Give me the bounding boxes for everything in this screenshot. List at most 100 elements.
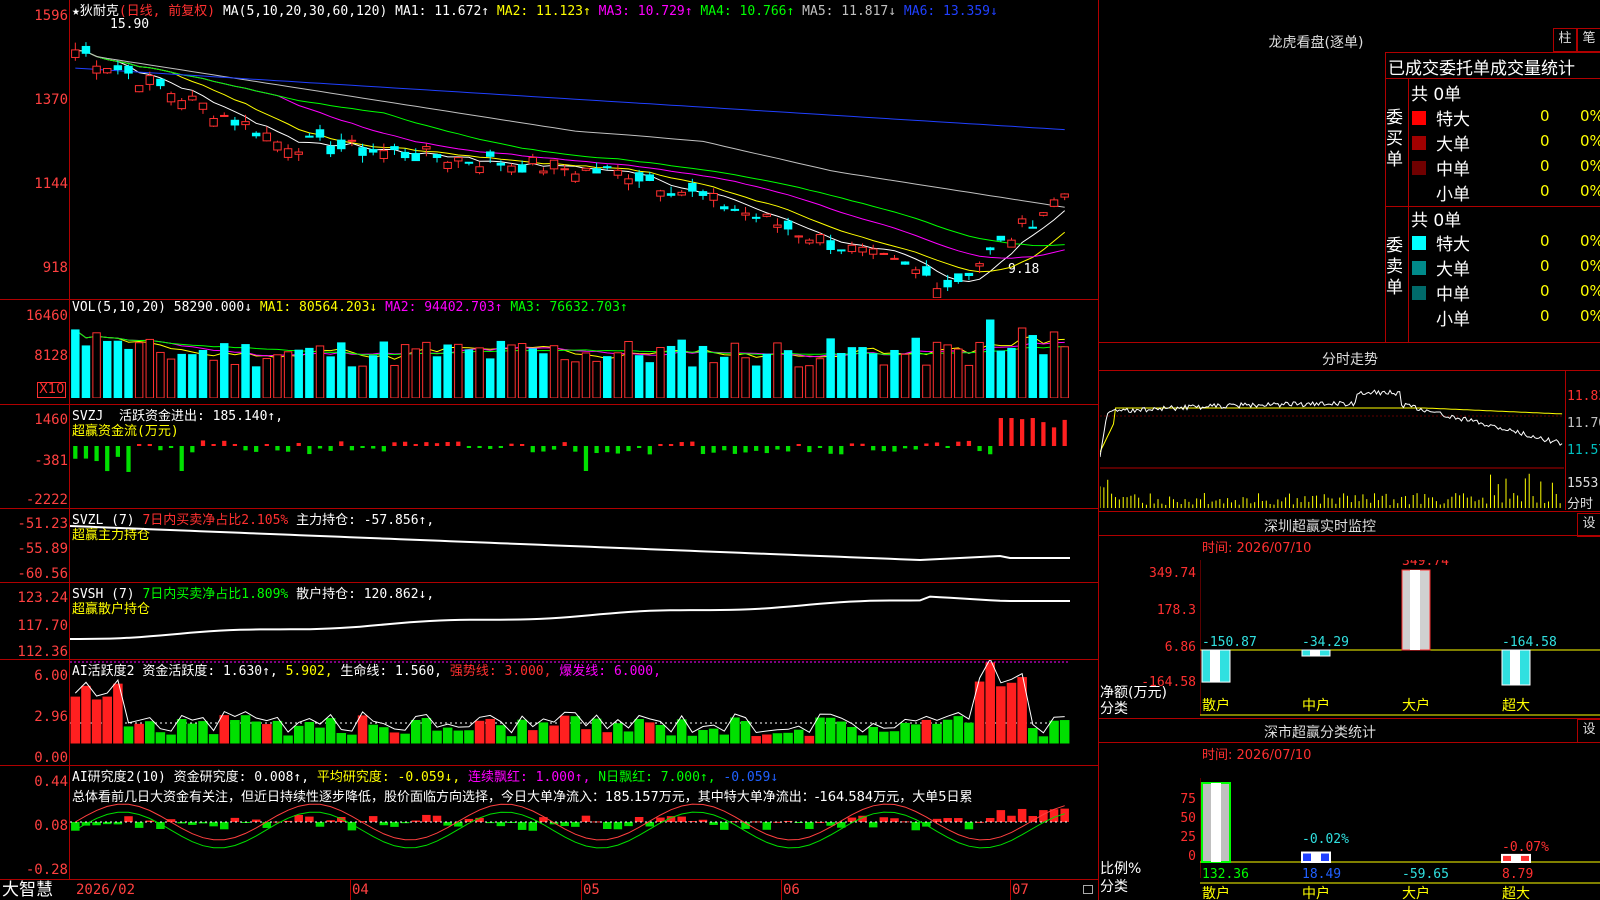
volume-bar bbox=[911, 337, 920, 398]
flow-bar bbox=[605, 446, 610, 453]
activity-bar bbox=[634, 719, 644, 744]
bar-view-button[interactable]: 柱 bbox=[1553, 28, 1577, 52]
volume-bar bbox=[890, 349, 899, 398]
flow-bar bbox=[594, 446, 599, 454]
volume-bar bbox=[209, 359, 218, 398]
volume-bar bbox=[400, 344, 410, 398]
candle-body bbox=[985, 247, 995, 251]
activity-bar bbox=[432, 730, 442, 744]
volume-bar bbox=[230, 363, 240, 398]
research-bar bbox=[964, 822, 974, 830]
volume-bar bbox=[294, 349, 303, 398]
candle-body bbox=[443, 161, 452, 169]
ma-line-3 bbox=[75, 49, 1065, 259]
longhu-header: 已成交委托单成交量统计 bbox=[1388, 59, 1575, 79]
flow-bar bbox=[839, 446, 844, 455]
candle-body bbox=[220, 114, 229, 117]
flow-bar bbox=[73, 446, 78, 459]
candle-body bbox=[411, 153, 420, 162]
main-ytick-0: 1596 bbox=[34, 8, 68, 24]
activity-bar bbox=[166, 734, 176, 744]
research-bar bbox=[432, 815, 442, 822]
volume-bar bbox=[613, 352, 623, 398]
activity-bar bbox=[198, 721, 208, 744]
flow-bar bbox=[573, 446, 578, 452]
sell-row-count-0: 0 bbox=[1540, 232, 1550, 250]
svzl-ytick-2: -60.56 bbox=[17, 566, 68, 582]
volume-bar bbox=[1060, 346, 1069, 398]
candle-body bbox=[645, 174, 655, 181]
candle-body bbox=[113, 65, 123, 71]
buy-row-pct-3: 0% bbox=[1580, 182, 1600, 200]
activity-bar bbox=[623, 731, 634, 744]
flow-bar bbox=[434, 443, 440, 446]
candle-body bbox=[656, 190, 665, 197]
activity-chart bbox=[70, 660, 1070, 744]
flow-bar bbox=[211, 444, 216, 446]
buy-row-count-0: 0 bbox=[1540, 107, 1550, 125]
candle-body bbox=[251, 132, 261, 137]
volume-bar bbox=[464, 349, 474, 398]
research-bar bbox=[390, 822, 399, 827]
candle-body bbox=[305, 135, 314, 138]
candle-body bbox=[347, 139, 357, 142]
activity-bar bbox=[219, 715, 230, 744]
activity-bar bbox=[464, 730, 474, 744]
ai2-b: 平均研究度: -0.059↓, bbox=[316, 770, 461, 785]
intraday-chart[interactable] bbox=[1100, 372, 1564, 510]
flow-bar bbox=[137, 444, 142, 446]
volume-bar bbox=[337, 342, 346, 398]
flow-bar bbox=[158, 446, 163, 451]
flow-bar bbox=[690, 441, 695, 446]
candlestick-chart[interactable] bbox=[70, 16, 1098, 298]
volume-bar bbox=[81, 345, 91, 398]
flow-bar bbox=[317, 446, 323, 449]
sell-row-pct-2: 0% bbox=[1580, 282, 1600, 300]
volume-bar bbox=[975, 341, 984, 398]
buy-row-count-3: 0 bbox=[1540, 182, 1550, 200]
candle-body bbox=[890, 257, 899, 260]
flow-bar bbox=[700, 446, 706, 455]
ma-line-4 bbox=[75, 49, 1065, 247]
research-bar bbox=[1060, 808, 1069, 822]
activity-bar bbox=[740, 721, 751, 744]
volume-bar bbox=[1039, 354, 1048, 398]
volume-bar bbox=[549, 345, 559, 398]
date-tick-4: 07 bbox=[1012, 882, 1029, 898]
flow-bar bbox=[264, 444, 269, 446]
vol-ma2: MA2: 94402.703↑ bbox=[385, 300, 503, 315]
activity-bar bbox=[453, 730, 464, 744]
monitor-settings-button[interactable]: 设 bbox=[1577, 513, 1600, 537]
activity-bar bbox=[804, 735, 815, 744]
activity-bar bbox=[528, 730, 538, 744]
buy-side-label: 委买单 bbox=[1386, 108, 1403, 170]
flow-bar bbox=[254, 446, 259, 452]
sell-row-pct-1: 0% bbox=[1580, 257, 1600, 275]
research-bar bbox=[71, 822, 80, 831]
classify-amount-0: 132.36 bbox=[1202, 867, 1249, 882]
candle-body bbox=[1028, 226, 1037, 229]
classify-settings-button[interactable]: 设 bbox=[1577, 719, 1600, 743]
lock-icon[interactable] bbox=[1083, 885, 1093, 894]
volume-bar bbox=[815, 358, 825, 398]
volume-bar bbox=[847, 347, 857, 398]
activity-bar bbox=[730, 717, 740, 744]
ma-line-5 bbox=[75, 49, 1065, 208]
classify-ytick-3: 0 bbox=[1188, 849, 1196, 864]
activity-bar bbox=[187, 723, 198, 744]
activity-bar bbox=[517, 719, 527, 744]
candle-body bbox=[996, 235, 1006, 241]
volume-bar bbox=[592, 360, 601, 398]
date-tick-3: 06 bbox=[783, 882, 800, 898]
activity-bar bbox=[772, 733, 783, 744]
activity-bar bbox=[910, 724, 921, 744]
candle-body bbox=[837, 249, 846, 252]
candle-body bbox=[1060, 193, 1069, 198]
activity-bar bbox=[942, 719, 953, 744]
activity-bar bbox=[496, 725, 506, 744]
tick-view-button[interactable]: 笔 bbox=[1577, 28, 1600, 52]
candle-body bbox=[698, 191, 708, 196]
activity-bar bbox=[134, 723, 144, 744]
candle-body bbox=[496, 162, 506, 166]
flow-bar bbox=[328, 446, 333, 451]
